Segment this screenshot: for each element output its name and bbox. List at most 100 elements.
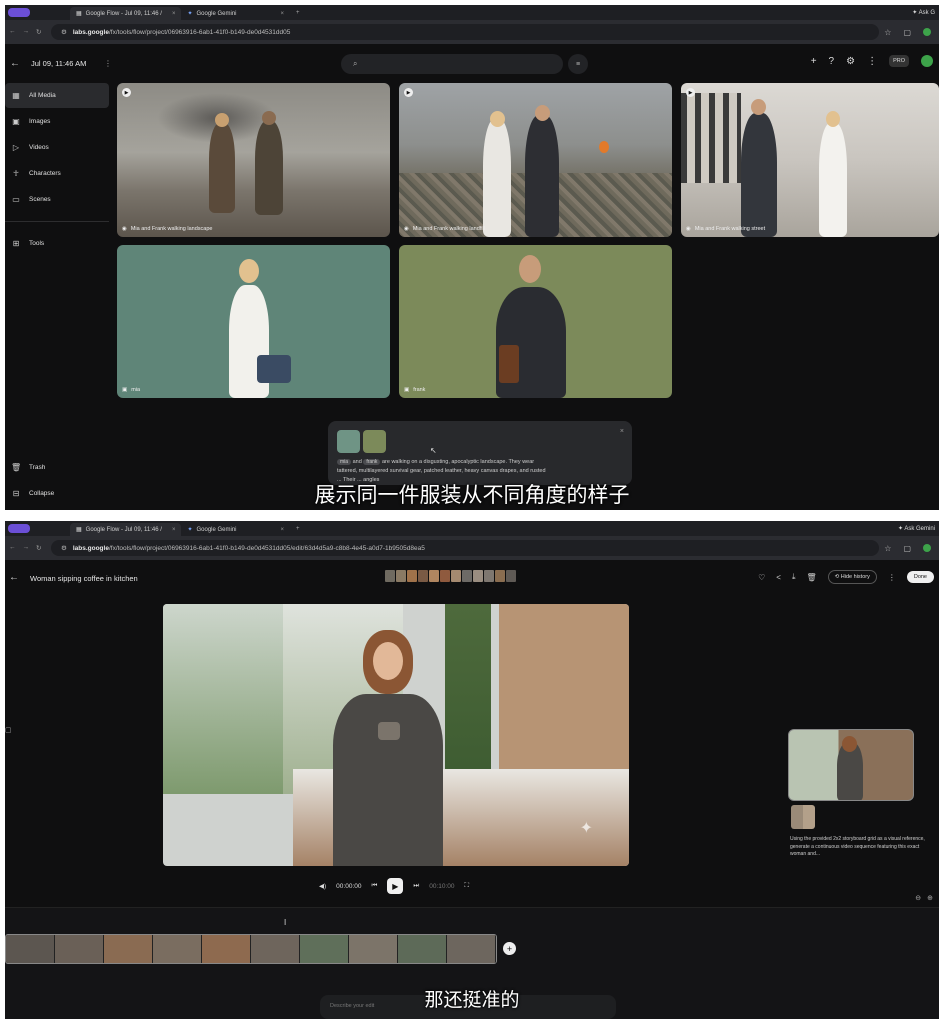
storyboard-reference-thumbnail[interactable] (791, 805, 815, 829)
reload-icon[interactable]: ↻ (36, 544, 41, 552)
reference-thumbnail-mia[interactable] (337, 430, 360, 453)
video-subtitle: 展示同一件服装从不同角度的样子 (314, 483, 630, 507)
media-tile[interactable]: ▣ mia (117, 245, 390, 398)
site-info-icon[interactable]: ⚙ (61, 28, 67, 36)
delete-icon[interactable]: 🗑 (807, 573, 817, 582)
history-thumbnail[interactable] (473, 570, 483, 582)
back-icon[interactable]: ← (9, 544, 16, 552)
browser-tab-flow[interactable]: ▦ Google Flow - Jul 09, 11:46 / × (70, 7, 182, 20)
url-field[interactable]: ⚙ labs.google/fx/tools/flow/project/0696… (51, 24, 879, 40)
media-tile[interactable]: ▶ ◉ Mia and Frank walking landscape (117, 83, 390, 237)
tab-group-icon[interactable] (8, 8, 30, 17)
new-tab-icon[interactable]: + (296, 10, 300, 16)
close-tab-icon[interactable]: × (281, 11, 285, 17)
share-icon[interactable]: < (776, 573, 781, 582)
video-clip-track[interactable] (5, 934, 497, 964)
extensions-icon[interactable]: ▢ (903, 28, 911, 37)
sidebar-item-trash[interactable]: 🗑 Trash (5, 455, 109, 480)
back-arrow-icon[interactable]: ← (9, 572, 19, 583)
history-thumbnail[interactable] (440, 570, 450, 582)
sidebar-item-images[interactable]: ▣ Images (5, 109, 109, 134)
reference-thumbnail-frank[interactable] (363, 430, 386, 453)
character-head (519, 255, 541, 283)
play-icon[interactable]: ▶ (686, 88, 695, 97)
sidebar-item-scenes[interactable]: ▭ Scenes (5, 187, 109, 212)
character-head (215, 113, 229, 127)
project-title: Jul 09, 11:46 AM (31, 58, 87, 68)
character-chip[interactable]: mia (337, 459, 352, 465)
play-icon[interactable]: ▶ (404, 88, 413, 97)
media-tile[interactable]: ▶ ◉ Mia and Frank walking landfill (399, 83, 672, 237)
filter-button[interactable]: ≡ (568, 54, 588, 74)
more-vertical-icon[interactable]: ⋮ (888, 573, 896, 582)
ask-gemini-button[interactable]: ✦ Ask Gemini (898, 525, 935, 532)
add-clip-button[interactable]: + (503, 942, 516, 955)
volume-icon[interactable]: ◀) (319, 882, 326, 890)
history-thumbnail[interactable] (429, 570, 439, 582)
download-icon[interactable]: ⤓ (792, 572, 796, 582)
play-button[interactable]: ▶ (387, 878, 404, 894)
history-thumbnail[interactable] (462, 570, 472, 582)
history-thumbnail[interactable] (396, 570, 406, 582)
skip-back-icon[interactable]: ⏮ (371, 882, 377, 890)
extensions-icon[interactable]: ▢ (903, 544, 911, 553)
sidebar-item-characters[interactable]: ☥ Characters (5, 161, 109, 186)
close-tab-icon[interactable]: × (172, 11, 176, 17)
bookmark-star-icon[interactable]: ☆ (884, 28, 891, 37)
history-thumbnail[interactable] (484, 570, 494, 582)
done-button[interactable]: Done (906, 571, 934, 583)
tab-group-icon[interactable] (8, 524, 30, 533)
back-arrow-icon[interactable]: ← (10, 58, 20, 69)
profile-avatar[interactable] (923, 27, 931, 36)
browser-tab-gemini[interactable]: ✦ Google Gemini × (181, 7, 290, 20)
new-tab-icon[interactable]: + (296, 526, 300, 532)
ask-gemini-button[interactable]: ✦ Ask G (912, 9, 935, 16)
search-input[interactable]: ⌕ (341, 54, 563, 74)
zoom-out-icon[interactable]: ⊖ (915, 894, 921, 902)
sidebar-item-all-media[interactable]: ▦ All Media (5, 83, 109, 108)
media-tile[interactable]: ▶ ◉ Mia and Frank walking street (681, 83, 939, 237)
fullscreen-icon[interactable]: ⛶ (465, 882, 470, 890)
back-icon[interactable]: ← (9, 28, 16, 36)
character-chip[interactable]: frank (363, 459, 381, 465)
close-icon[interactable]: × (620, 428, 624, 435)
help-icon[interactable]: ? (829, 56, 835, 67)
browser-tab-flow[interactable]: ▦ Google Flow - Jul 09, 11:46 / × (70, 523, 182, 536)
forward-icon[interactable]: → (23, 544, 30, 552)
url-field[interactable]: ⚙ labs.google/fx/tools/flow/project/0696… (51, 540, 879, 556)
history-thumbnail[interactable] (385, 570, 395, 582)
generation-thumbnail[interactable] (788, 729, 914, 801)
sparkle-watermark-icon: ✦ (579, 820, 593, 837)
hide-history-button[interactable]: ⟲ Hide history (827, 570, 877, 584)
user-avatar[interactable] (921, 55, 933, 67)
close-tab-icon[interactable]: × (281, 527, 285, 533)
forward-icon[interactable]: → (23, 28, 30, 36)
reload-icon[interactable]: ↻ (36, 28, 41, 36)
play-icon[interactable]: ▶ (122, 88, 131, 97)
bookmark-star-icon[interactable]: ☆ (884, 544, 891, 553)
site-info-icon[interactable]: ⚙ (61, 544, 67, 552)
profile-avatar[interactable] (923, 543, 931, 552)
history-thumbnail[interactable] (418, 570, 428, 582)
close-tab-icon[interactable]: × (172, 527, 176, 533)
history-thumbnail[interactable] (495, 570, 505, 582)
history-thumbnail[interactable] (407, 570, 417, 582)
prompt-panel[interactable]: ↖ × mia and frank are walking on a disgu… (328, 421, 632, 485)
panel-toggle-icon[interactable]: ▢ (5, 726, 12, 734)
media-tile[interactable]: ▣ frank (399, 245, 672, 398)
skip-forward-icon[interactable]: ⏭ (413, 882, 419, 890)
heart-icon[interactable]: ♡ (758, 573, 765, 582)
more-vertical-icon[interactable]: ⋮ (867, 56, 877, 67)
history-thumbnail[interactable] (506, 570, 516, 582)
sidebar-item-videos[interactable]: ▷ Videos (5, 135, 109, 160)
media-caption: ▣ mia (122, 387, 140, 393)
history-thumbnail[interactable] (451, 570, 461, 582)
sidebar-item-tools[interactable]: ⊞ Tools (5, 231, 109, 256)
zoom-in-icon[interactable]: ⊕ (927, 894, 933, 902)
settings-gear-icon[interactable]: ⚙ (846, 56, 855, 67)
add-icon[interactable]: + (811, 56, 817, 67)
browser-tab-gemini[interactable]: ✦ Google Gemini × (181, 523, 290, 536)
video-preview[interactable]: ✦ (163, 604, 629, 866)
more-vertical-icon[interactable]: ⋮ (104, 59, 112, 68)
page-icon: ▦ (76, 527, 82, 533)
